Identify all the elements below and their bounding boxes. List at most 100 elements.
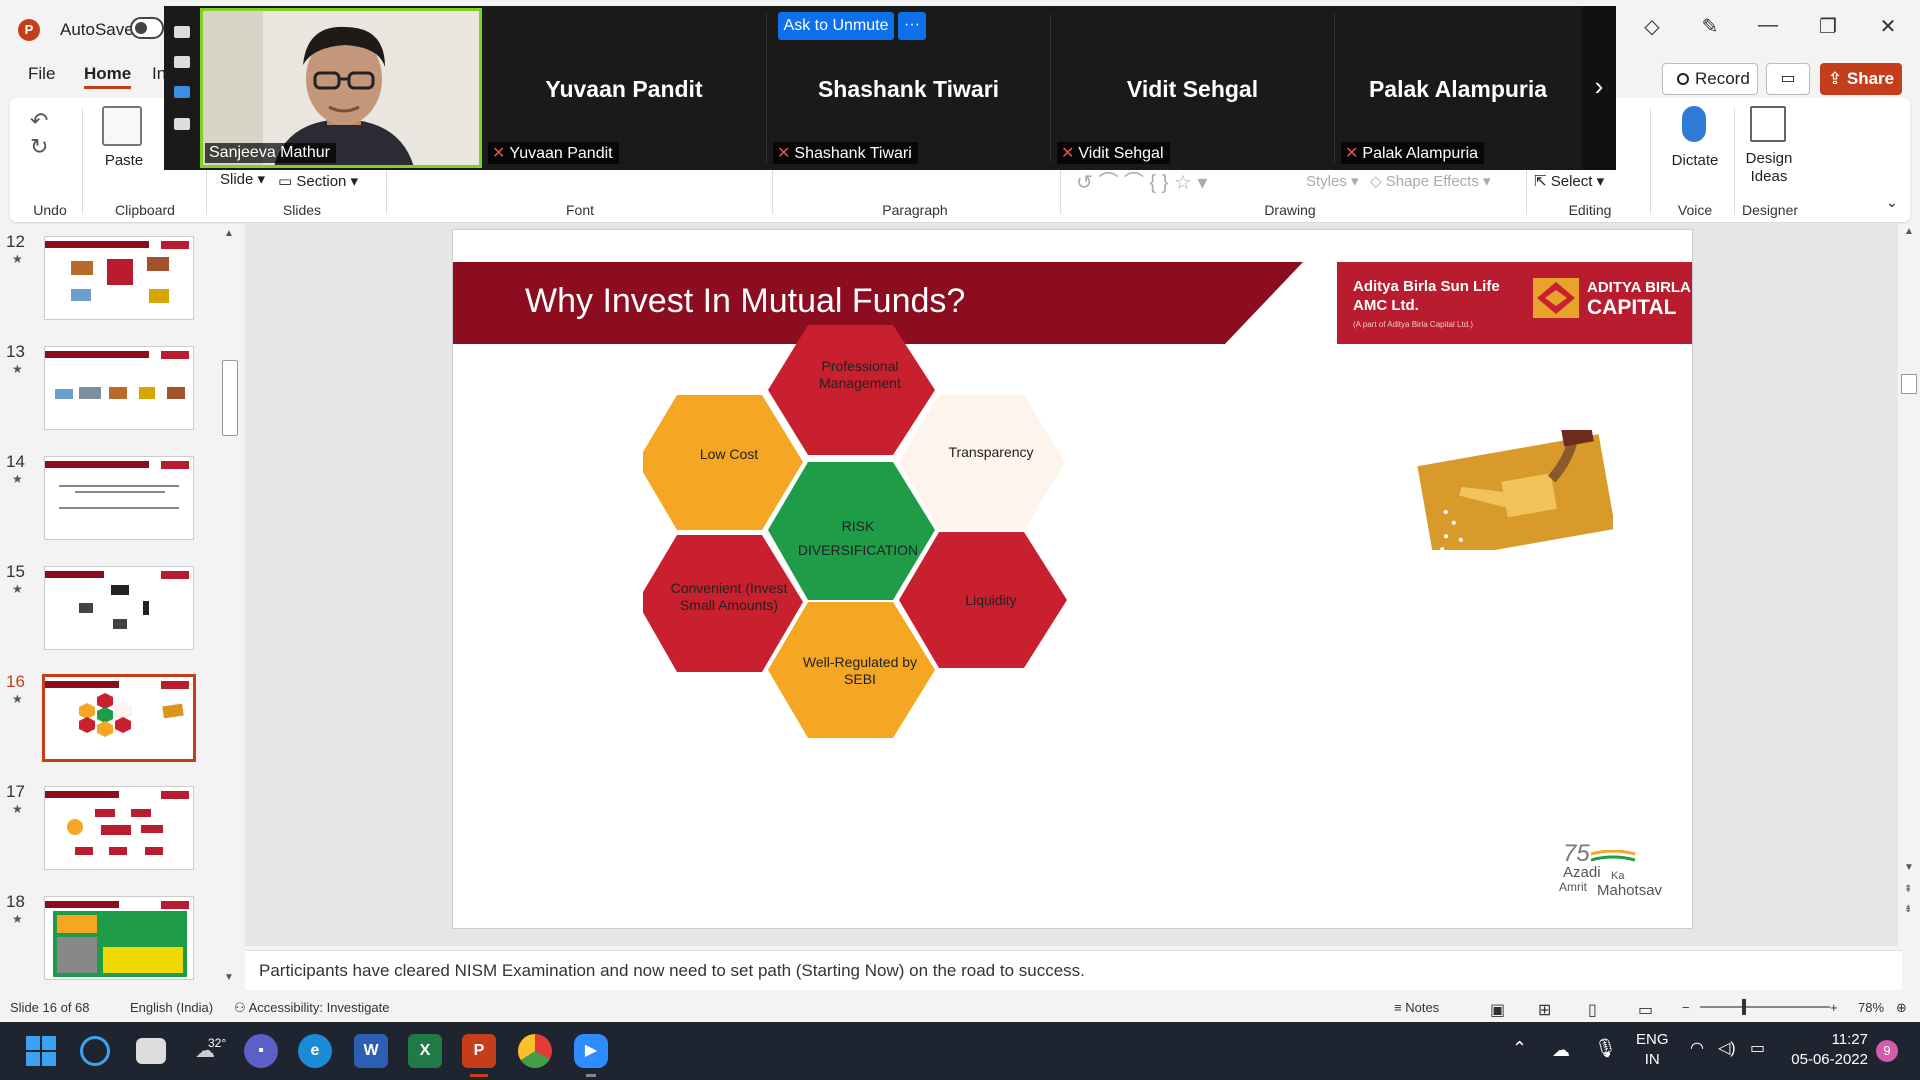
- slideshow-icon[interactable]: ▭: [1638, 1000, 1653, 1020]
- zoom-level[interactable]: 78%: [1858, 1000, 1884, 1015]
- zoom-slider[interactable]: [1700, 1006, 1830, 1008]
- thumbnail-scrollbar[interactable]: ▲ ▼: [220, 224, 240, 990]
- new-slide-button[interactable]: Slide ▾: [220, 170, 265, 188]
- slide-thumbnail[interactable]: [44, 786, 194, 870]
- normal-view-icon[interactable]: ▣: [1490, 1000, 1505, 1020]
- hexagon-label-line: Professional: [821, 358, 899, 374]
- shapes-gallery[interactable]: ↺ ⌒ ⌒ { } ☆ ▾: [1076, 166, 1207, 195]
- select-button[interactable]: ⇱ Select ▾: [1534, 172, 1604, 190]
- weather-icon[interactable]: ☁ 32°: [188, 1034, 226, 1068]
- volume-icon[interactable]: ◁): [1718, 1038, 1736, 1058]
- zoom-out-icon[interactable]: −: [1682, 1000, 1690, 1015]
- previous-slide-icon[interactable]: ⇞: [1904, 884, 1912, 895]
- zoom-in-icon[interactable]: +: [1830, 1000, 1838, 1015]
- watering-can-image[interactable]: [1413, 430, 1613, 550]
- zoom-app-icon[interactable]: ▶: [574, 1034, 608, 1068]
- slide-thumbnail[interactable]: [44, 566, 194, 650]
- microphone-tray-icon[interactable]: 🎙: [1594, 1038, 1617, 1059]
- slide-sorter-icon[interactable]: ⊞: [1538, 1000, 1551, 1020]
- star-icon: ★: [12, 802, 23, 816]
- slide-thumbnail[interactable]: [44, 236, 194, 320]
- record-button[interactable]: Record: [1662, 63, 1758, 95]
- powerpoint-taskbar-icon[interactable]: P: [462, 1034, 496, 1068]
- windows-start-icon[interactable]: [26, 1036, 56, 1066]
- grid-view-icon[interactable]: [174, 118, 190, 130]
- slide-thumbnail-active[interactable]: [42, 674, 196, 762]
- paste-button[interactable]: Paste: [102, 152, 146, 169]
- section-label: Section: [296, 173, 347, 190]
- excel-icon[interactable]: X: [408, 1034, 442, 1068]
- design-ideas-button[interactable]: Design Ideas: [1734, 150, 1804, 186]
- self-video-tile[interactable]: Sanjeeva Mathur: [200, 8, 482, 168]
- ribbon-collapse-icon[interactable]: ⌄: [1886, 194, 1898, 211]
- microphone-icon[interactable]: [1682, 106, 1706, 142]
- input-language[interactable]: ENG IN: [1636, 1030, 1669, 1070]
- tab-home[interactable]: Home: [84, 64, 132, 89]
- accessibility-checker[interactable]: ⚇ Accessibility: Investigate: [234, 1000, 389, 1016]
- redo-icon[interactable]: ↻: [30, 134, 48, 160]
- slide-scrollbar-thumb[interactable]: [1901, 374, 1917, 394]
- strip-view-icon[interactable]: [174, 86, 190, 98]
- slide-counter: Slide 16 of 68: [10, 1000, 90, 1015]
- diamond-icon[interactable]: ◇: [1632, 14, 1672, 39]
- slide-canvas[interactable]: Why Invest In Mutual Funds? Aditya Birla…: [452, 229, 1693, 929]
- edge-icon[interactable]: e: [298, 1034, 332, 1068]
- slide-scrollbar[interactable]: ▲ ▼ ⇞ ⇟: [1898, 224, 1920, 990]
- meeting-sidebar: [164, 6, 200, 170]
- wifi-icon[interactable]: ◠: [1690, 1038, 1704, 1058]
- accessibility-icon: ⚇: [234, 1000, 246, 1015]
- paste-icon[interactable]: [102, 106, 142, 146]
- design-ideas-icon[interactable]: [1750, 106, 1786, 142]
- styles-button[interactable]: Styles ▾: [1306, 172, 1359, 190]
- hexagon-transparency[interactable]: [899, 395, 1065, 530]
- battery-icon[interactable]: ▭: [1750, 1038, 1765, 1058]
- undo-icon[interactable]: ↶: [30, 108, 48, 134]
- participant-label-text: Shashank Tiwari: [794, 145, 912, 162]
- azadi-text: Azadi: [1563, 864, 1601, 881]
- slide-thumbnail[interactable]: [44, 456, 194, 540]
- tab-file[interactable]: File: [28, 64, 55, 84]
- participant-tile[interactable]: Yuvaan Pandit ✕ Yuvaan Pandit: [482, 6, 766, 170]
- language-indicator[interactable]: English (India): [130, 1000, 213, 1015]
- next-page-chevron-icon[interactable]: ›: [1582, 6, 1616, 170]
- comments-button[interactable]: ▭: [1766, 63, 1810, 95]
- hexagon-label: Transparency: [948, 444, 1034, 460]
- autosave-toggle[interactable]: [130, 17, 164, 39]
- share-button[interactable]: ⇪ Share: [1820, 63, 1902, 95]
- zoom-slider-knob[interactable]: [1742, 999, 1746, 1015]
- reading-view-icon[interactable]: ▯: [1588, 1000, 1597, 1020]
- notes-toggle[interactable]: ≡ Notes: [1394, 1000, 1439, 1015]
- search-icon[interactable]: [80, 1036, 110, 1066]
- muted-mic-icon: ✕: [1061, 145, 1075, 162]
- fit-to-window-icon[interactable]: ⊕: [1896, 1000, 1907, 1016]
- restore-button[interactable]: ❐: [1808, 14, 1848, 39]
- section-button[interactable]: ▭ Section ▾: [278, 172, 358, 190]
- muted-mic-icon: ✕: [1345, 145, 1359, 162]
- pen-icon[interactable]: ✎: [1690, 14, 1730, 39]
- next-slide-icon[interactable]: ⇟: [1904, 904, 1912, 915]
- minimize-view-icon[interactable]: [174, 26, 190, 38]
- minimize-button[interactable]: —: [1748, 14, 1788, 37]
- slide-thumbnail[interactable]: [44, 896, 194, 980]
- meeting-strip: Sanjeeva Mathur Ask to Unmute ··· Yuvaan…: [164, 6, 1616, 170]
- notification-badge[interactable]: 9: [1876, 1040, 1898, 1062]
- participant-tile[interactable]: Shashank Tiwari ✕ Shashank Tiwari: [767, 6, 1050, 170]
- thumbnail-scrollbar-thumb[interactable]: [222, 360, 238, 436]
- speaker-notes-pane[interactable]: Participants have cleared NISM Examinati…: [245, 950, 1902, 990]
- participant-tile[interactable]: Vidit Sehgal ✕ Vidit Sehgal: [1051, 6, 1334, 170]
- task-view-icon[interactable]: [136, 1038, 166, 1064]
- slide-title[interactable]: Why Invest In Mutual Funds?: [525, 282, 965, 321]
- onedrive-icon[interactable]: ☁: [1552, 1040, 1570, 1061]
- chrome-icon[interactable]: [518, 1034, 552, 1068]
- participant-tile[interactable]: Palak Alampuria ✕ Palak Alampuria: [1335, 6, 1581, 170]
- speaker-notes-text[interactable]: Participants have cleared NISM Examinati…: [259, 961, 1085, 981]
- close-button[interactable]: ✕: [1868, 14, 1908, 39]
- chevron-up-icon[interactable]: ⌃: [1512, 1038, 1527, 1059]
- teams-chat-icon[interactable]: ▪: [244, 1034, 278, 1068]
- shape-effects-button[interactable]: ◇ Shape Effects ▾: [1370, 172, 1491, 190]
- thumbnail-view-icon[interactable]: [174, 56, 190, 68]
- slide-thumbnail[interactable]: [44, 346, 194, 430]
- clock[interactable]: 11:27 05-06-2022: [1788, 1030, 1868, 1070]
- word-icon[interactable]: W: [354, 1034, 388, 1068]
- dictate-button[interactable]: Dictate: [1660, 152, 1730, 169]
